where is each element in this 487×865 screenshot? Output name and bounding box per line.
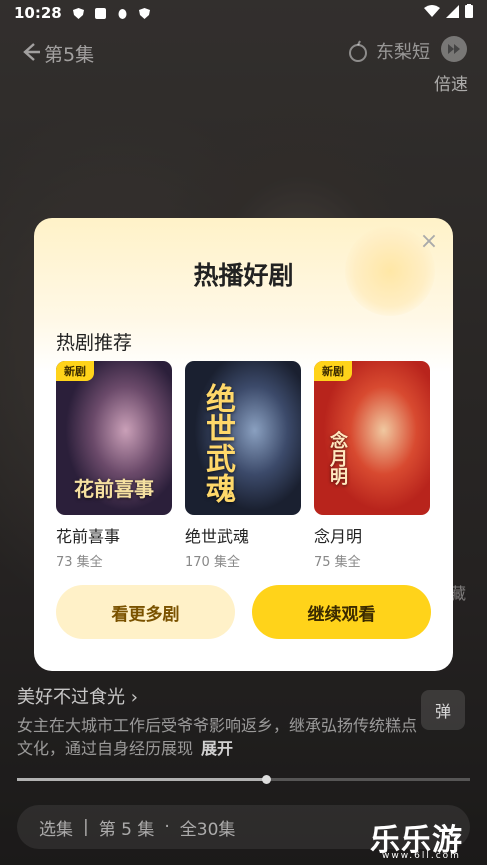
- expand-button[interactable]: 展开: [201, 739, 233, 758]
- drama-episodes: 75 集全: [314, 555, 361, 570]
- danmu-button[interactable]: 弹: [421, 690, 465, 730]
- brand-name: 东梨短: [376, 42, 430, 63]
- progress-fill: [17, 778, 267, 781]
- shield-check-icon: [138, 6, 152, 20]
- drama-poster[interactable]: 绝世武魂: [185, 361, 301, 515]
- poster-title-art: 花前喜事: [74, 477, 154, 501]
- pear-icon: [349, 40, 367, 62]
- back-arrow-icon[interactable]: [16, 38, 44, 66]
- drama-episodes: 73 集全: [56, 555, 103, 570]
- section-title: 热剧推荐: [56, 332, 133, 354]
- wifi-icon: [424, 4, 440, 22]
- drama-card[interactable]: 新剧花前喜事 花前喜事 73 集全: [56, 361, 172, 570]
- modal-title: 热播好剧: [193, 261, 294, 290]
- new-badge: 新剧: [314, 361, 352, 381]
- drama-name: 绝世武魂: [185, 527, 250, 546]
- battery-icon: [465, 4, 473, 22]
- new-badge: 新剧: [56, 361, 94, 381]
- drama-episodes: 170 集全: [185, 555, 240, 570]
- bug-icon: [116, 6, 130, 20]
- danmu-label: 弹: [434, 702, 451, 721]
- drama-poster[interactable]: 新剧念月明: [314, 361, 430, 515]
- more-dramas-button[interactable]: 看更多剧: [56, 585, 235, 639]
- show-description: 女主在大城市工作后受爷爷影响返乡，继承弘扬传统糕点文化，通过自身经历展现 展开: [17, 714, 417, 760]
- episode-title: 第5集: [44, 44, 95, 66]
- speed-icon[interactable]: [441, 36, 467, 62]
- dot-divider: ·: [164, 817, 170, 837]
- poster-title-art: 绝世武魂: [200, 383, 235, 503]
- drama-poster[interactable]: 新剧花前喜事: [56, 361, 172, 515]
- recommend-modal: × 热播好剧 热剧推荐 新剧花前喜事 花前喜事 73 集全 绝世武魂 绝世武魂 …: [34, 218, 453, 671]
- divider: |: [83, 817, 89, 837]
- close-icon[interactable]: ×: [419, 231, 439, 253]
- poster-title-art: 念月明: [327, 431, 348, 485]
- speed-button[interactable]: 倍速: [434, 70, 468, 95]
- app-icon: [94, 6, 108, 20]
- drama-card[interactable]: 新剧念月明 念月明 75 集全: [314, 361, 430, 570]
- progress-bar[interactable]: [17, 775, 470, 784]
- status-bar: 10:28: [0, 0, 487, 26]
- episode-select-label: 选集: [39, 819, 73, 840]
- shield-icon: [72, 6, 86, 20]
- show-title-link[interactable]: 美好不过食光 ›: [17, 683, 138, 709]
- top-nav: 第5集 东梨短: [0, 30, 487, 74]
- drama-card[interactable]: 绝世武魂 绝世武魂 170 集全: [185, 361, 301, 570]
- current-episode: 第 5 集: [98, 819, 155, 840]
- drama-name: 花前喜事: [56, 527, 121, 546]
- watermark-url: www.6ll.com: [382, 851, 461, 861]
- status-time: 10:28: [14, 4, 62, 22]
- signal-icon: [446, 4, 459, 22]
- total-episodes: 全30集: [179, 819, 236, 840]
- continue-watching-button[interactable]: 继续观看: [252, 585, 431, 639]
- drama-name: 念月明: [314, 527, 363, 546]
- brand-logo: 东梨短: [346, 38, 430, 64]
